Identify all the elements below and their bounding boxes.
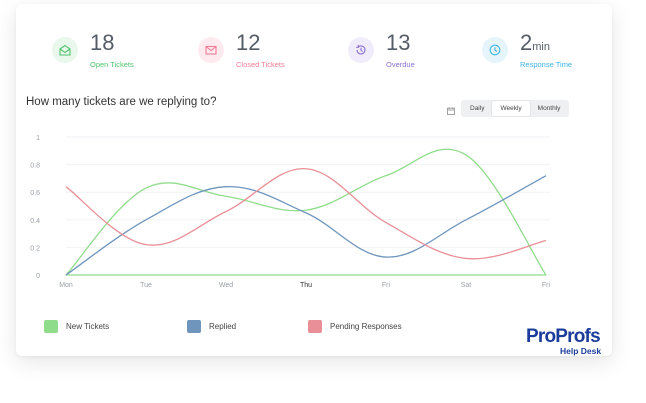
- legend-swatch: [187, 320, 201, 333]
- x-tick-label: Mon: [59, 282, 73, 289]
- x-tick-label: Fri: [542, 282, 551, 289]
- y-tick-label: 0.8: [30, 163, 40, 170]
- y-tick-label: 0.4: [30, 218, 40, 225]
- series-line-replied: [65, 175, 547, 276]
- legend-swatch: [308, 320, 322, 333]
- y-tick-label: 1: [36, 135, 40, 142]
- y-tick-label: 0: [36, 273, 40, 280]
- legend-label: New Tickets: [66, 322, 110, 331]
- svg-text:Help Desk: Help Desk: [560, 346, 601, 356]
- series-line-pending-responses: [65, 168, 547, 260]
- legend-label: Pending Responses: [330, 322, 402, 331]
- x-tick-label: Tue: [140, 282, 152, 289]
- legend-swatch: [44, 320, 58, 333]
- x-tick-label: Thu: [300, 282, 312, 289]
- legend-item-replied[interactable]: Replied: [187, 320, 236, 333]
- x-tick-label: Fri: [382, 282, 391, 289]
- legend-label: Replied: [209, 322, 237, 331]
- x-tick-label: Sat: [461, 282, 472, 289]
- y-tick-label: 0.2: [30, 245, 40, 252]
- svg-text:ProProfs: ProProfs: [526, 326, 600, 347]
- series-line-new-tickets: [65, 148, 547, 276]
- line-chart: 1 0.8 0.6 0.4 0.2 0 Mon Tue Wed Thu Fri Sat Fri: [30, 135, 551, 289]
- dashboard-card: 18 Open Tickets 12 Closed Tickets 13 Ove…: [16, 4, 612, 356]
- y-tick-label: 0.6: [30, 190, 40, 197]
- legend-item-new-tickets[interactable]: New Tickets: [44, 320, 109, 333]
- x-tick-label: Wed: [219, 282, 233, 289]
- legend-item-pending-responses[interactable]: Pending Responses: [308, 320, 402, 333]
- proprofs-logo: ProProfs Help Desk: [526, 322, 610, 363]
